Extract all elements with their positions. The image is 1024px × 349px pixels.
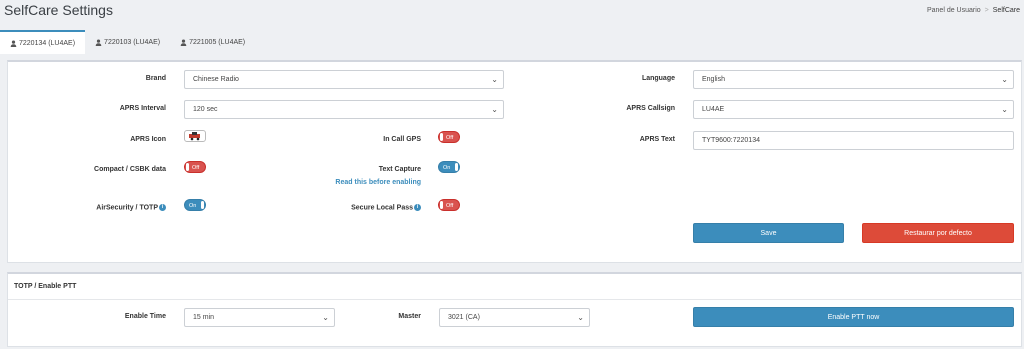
in-call-gps-label: In Call GPS — [383, 136, 421, 143]
compact-csbk-state: Off — [192, 165, 200, 171]
breadcrumb: Panel de Usuario > SelfCare — [926, 7, 1020, 14]
air-security-state: On — [189, 203, 197, 209]
aprs-interval-select[interactable]: 120 sec ⌄ — [184, 100, 504, 119]
car-icon — [189, 132, 200, 141]
reset-default-button[interactable]: Restaurar por defecto — [862, 223, 1014, 243]
chevron-down-icon: ⌄ — [491, 75, 498, 84]
chevron-down-icon: ⌄ — [322, 313, 329, 322]
user-icon — [95, 38, 102, 46]
air-security-toggle[interactable]: On — [184, 199, 206, 211]
chevron-down-icon: ⌄ — [491, 105, 498, 114]
tab-7220134[interactable]: 7220134 (LU4AE) — [0, 30, 86, 54]
aprs-text-value: TYT9600:7220134 — [702, 137, 760, 144]
language-select[interactable]: English ⌄ — [693, 70, 1014, 89]
tab-label: 7221005 (LU4AE) — [189, 38, 246, 46]
master-label: Master — [398, 313, 421, 320]
page-title: SelfCare Settings — [4, 2, 113, 18]
aprs-callsign-value: LU4AE — [702, 106, 725, 113]
enable-time-select[interactable]: 15 min ⌄ — [184, 308, 335, 327]
aprs-text-input[interactable]: TYT9600:7220134 — [693, 131, 1014, 150]
totp-card-title: TOTP / Enable PTT — [14, 283, 77, 290]
in-call-gps-state: Off — [446, 135, 454, 141]
tab-7221005[interactable]: 7221005 (LU4AE) — [170, 30, 255, 54]
aprs-text-label: APRS Text — [639, 136, 675, 143]
aprs-icon-label: APRS Icon — [130, 136, 166, 143]
user-icon — [10, 39, 17, 47]
secure-local-pass-text: Secure Local Pass — [351, 204, 413, 212]
aprs-interval-label: APRS Interval — [119, 105, 166, 112]
enable-time-value: 15 min — [193, 314, 215, 321]
tab-label: 7220103 (LU4AE) — [104, 38, 161, 46]
totp-card: TOTP / Enable PTT Enable Time 15 min ⌄ M… — [7, 272, 1022, 347]
tab-label: 7220134 (LU4AE) — [19, 39, 76, 47]
aprs-icon-button[interactable] — [184, 130, 206, 142]
device-tabs: 7220134 (LU4AE) 7220103 (LU4AE) 7221005 … — [0, 30, 255, 54]
aprs-callsign-select[interactable]: LU4AE ⌄ — [693, 100, 1014, 119]
chevron-down-icon: ⌄ — [1001, 105, 1008, 114]
language-label: Language — [641, 75, 675, 82]
brand-label: Brand — [145, 75, 166, 82]
tab-7220103[interactable]: 7220103 (LU4AE) — [85, 30, 170, 54]
secure-local-pass-toggle[interactable]: Off — [438, 199, 460, 211]
enable-time-label: Enable Time — [124, 313, 166, 320]
settings-card: Brand Chinese Radio ⌄ Language English ⌄… — [7, 60, 1022, 263]
info-icon[interactable]: i — [414, 204, 421, 211]
master-value: 3021 (CA) — [448, 314, 480, 321]
compact-csbk-label: Compact / CSBK data — [94, 166, 166, 173]
air-security-text: AirSecurity / TOTP — [96, 204, 158, 212]
master-select[interactable]: 3021 (CA) ⌄ — [439, 308, 590, 327]
aprs-callsign-label: APRS Callsign — [626, 105, 675, 112]
breadcrumb-home[interactable]: Panel de Usuario — [927, 7, 981, 14]
card-divider — [8, 299, 1021, 300]
air-security-label: AirSecurity / TOTP i — [96, 204, 166, 211]
text-capture-state: On — [443, 165, 451, 171]
aprs-interval-value: 120 sec — [193, 106, 218, 113]
secure-local-pass-label: Secure Local Pass i — [351, 204, 421, 211]
save-button[interactable]: Save — [693, 223, 844, 243]
secure-local-pass-state: Off — [446, 203, 454, 209]
compact-csbk-toggle[interactable]: Off — [184, 161, 206, 173]
brand-value: Chinese Radio — [193, 76, 239, 83]
in-call-gps-toggle[interactable]: Off — [438, 131, 460, 143]
read-before-enabling-link[interactable]: Read this before enabling — [335, 179, 421, 186]
breadcrumb-current: SelfCare — [992, 7, 1020, 14]
brand-select[interactable]: Chinese Radio ⌄ — [184, 70, 504, 89]
enable-ptt-button[interactable]: Enable PTT now — [693, 307, 1014, 327]
text-capture-toggle[interactable]: On — [438, 161, 460, 173]
chevron-down-icon: ⌄ — [577, 313, 584, 322]
chevron-down-icon: ⌄ — [1001, 75, 1008, 84]
text-capture-label: Text Capture — [378, 166, 421, 173]
info-icon[interactable]: i — [159, 204, 166, 211]
language-value: English — [702, 76, 725, 83]
user-icon — [180, 38, 187, 46]
